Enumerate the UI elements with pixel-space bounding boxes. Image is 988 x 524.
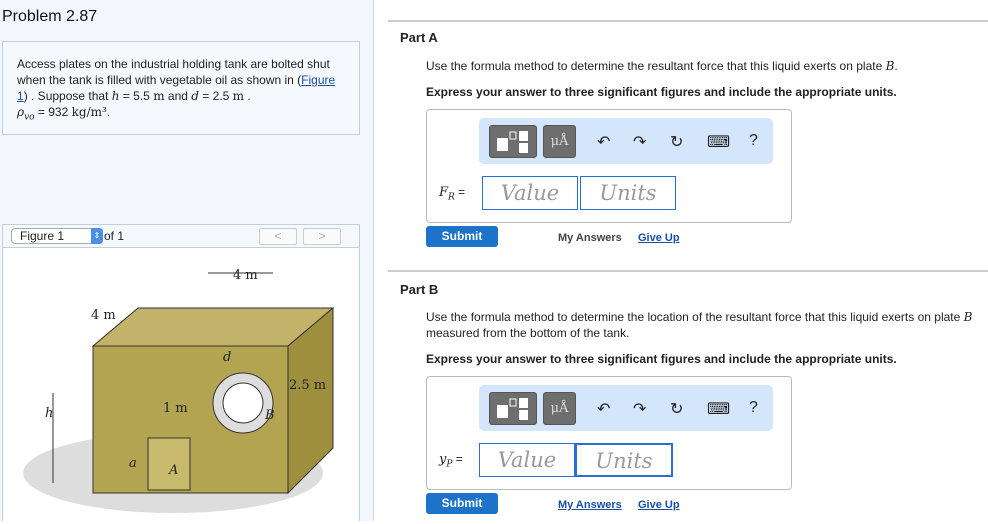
units-input[interactable]: Units <box>580 176 676 210</box>
part-title: Part A <box>400 30 438 45</box>
units-icon[interactable]: μÅ <box>543 392 576 425</box>
templates-icon[interactable] <box>489 392 537 425</box>
value-input[interactable]: Value <box>482 176 578 210</box>
part-b: Part B Use the formula method to determi… <box>388 270 988 521</box>
figure-select-value: Figure 1 <box>20 229 65 243</box>
undo-icon[interactable]: ↶ <box>597 132 610 152</box>
problem-panel: Problem 2.87 Access plates on the indust… <box>0 0 374 521</box>
problem-statement: Access plates on the industrial holding … <box>2 41 360 135</box>
units-input[interactable]: Units <box>575 443 673 477</box>
divider <box>388 20 988 22</box>
keyboard-icon[interactable]: ⌨ <box>707 132 730 152</box>
question: Use the formula method to determine the … <box>426 309 976 341</box>
undo-icon[interactable]: ↶ <box>597 399 610 419</box>
templates-icon[interactable] <box>489 125 537 158</box>
redo-icon[interactable]: ↷ <box>633 399 646 419</box>
text: measured from the bottom of the tank. <box>426 326 630 340</box>
var-B: B <box>963 310 973 324</box>
give-up-link[interactable]: Give Up <box>638 232 680 244</box>
instruction: Express your answer to three significant… <box>426 352 897 366</box>
var: F <box>439 185 449 200</box>
unit: kg/m³ <box>71 105 107 119</box>
label-d: d <box>223 350 232 365</box>
label-depth: 4 m <box>91 308 116 323</box>
problem-title: Problem 2.87 <box>2 8 98 25</box>
label-A: A <box>169 463 179 478</box>
text: . <box>244 89 251 103</box>
label-1m: 1 m <box>163 401 188 416</box>
keyboard-icon[interactable]: ⌨ <box>707 399 730 419</box>
units-icon[interactable]: μÅ <box>543 125 576 158</box>
part-a: Part A Use the formula method to determi… <box>388 20 988 250</box>
redo-icon[interactable]: ↷ <box>633 132 646 152</box>
variable-label: FR = <box>439 185 465 203</box>
question: Use the formula method to determine the … <box>426 58 981 74</box>
variable-label: yP = <box>439 452 463 470</box>
figure-count: of 1 <box>104 229 125 243</box>
reset-icon[interactable]: ↻ <box>670 132 683 152</box>
text: Use the formula method to determine the … <box>426 59 886 73</box>
reset-icon[interactable]: ↻ <box>670 399 683 419</box>
var-rho: ρ <box>17 105 25 119</box>
eq: = <box>454 185 466 199</box>
submit-button[interactable]: Submit <box>426 493 498 514</box>
answer-box: μÅ ↶ ↷ ↻ ⌨ ? FR = Value Units <box>426 109 792 223</box>
text: . <box>894 59 898 73</box>
text: = 932 <box>34 105 72 119</box>
text: = 2.5 <box>198 89 233 103</box>
label-a: a <box>129 456 137 471</box>
text: Access plates on the industrial holding … <box>17 57 330 87</box>
help-icon[interactable]: ? <box>749 399 758 417</box>
label-h: h <box>45 406 54 421</box>
text: and <box>164 89 192 103</box>
text: ) . Suppose that <box>23 89 112 103</box>
value-input[interactable]: Value <box>479 443 575 477</box>
divider <box>388 270 988 272</box>
var-d: d <box>191 89 199 103</box>
give-up-link[interactable]: Give Up <box>638 499 680 511</box>
text: . <box>106 105 111 119</box>
figure-1: 4 m 4 m 2.5 m h 1 m d B a A <box>2 248 360 521</box>
label-B: B <box>265 408 275 423</box>
eq: = <box>452 452 463 466</box>
submit-button[interactable]: Submit <box>426 226 498 247</box>
math-toolbar: μÅ ↶ ↷ ↻ ⌨ ? <box>479 385 773 431</box>
text: = 5.5 <box>119 89 154 103</box>
chevron-updown-icon: ⇕ <box>91 228 103 244</box>
figure-select[interactable]: Figure 1 ⇕ <box>11 228 103 244</box>
rho-sub: vo <box>24 112 35 123</box>
text: Use the formula method to determine the … <box>426 310 964 324</box>
my-answers-link[interactable]: My Answers <box>558 232 622 244</box>
answer-box: μÅ ↶ ↷ ↻ ⌨ ? yP = Value Units <box>426 376 792 490</box>
instruction: Express your answer to three significant… <box>426 85 897 99</box>
math-toolbar: μÅ ↶ ↷ ↻ ⌨ ? <box>479 118 773 164</box>
next-figure-button[interactable]: > <box>303 228 341 245</box>
label-2-5m: 2.5 m <box>289 378 327 393</box>
label-top-width: 4 m <box>233 268 258 283</box>
unit: m <box>153 89 165 103</box>
prev-figure-button[interactable]: < <box>259 228 297 245</box>
unit: m <box>232 89 245 103</box>
help-icon[interactable]: ? <box>749 132 758 150</box>
sub: R <box>448 192 455 203</box>
figure-navigation: Figure 1 ⇕ of 1 < > <box>2 224 360 248</box>
part-title: Part B <box>400 282 439 297</box>
my-answers-link[interactable]: My Answers <box>558 499 622 511</box>
